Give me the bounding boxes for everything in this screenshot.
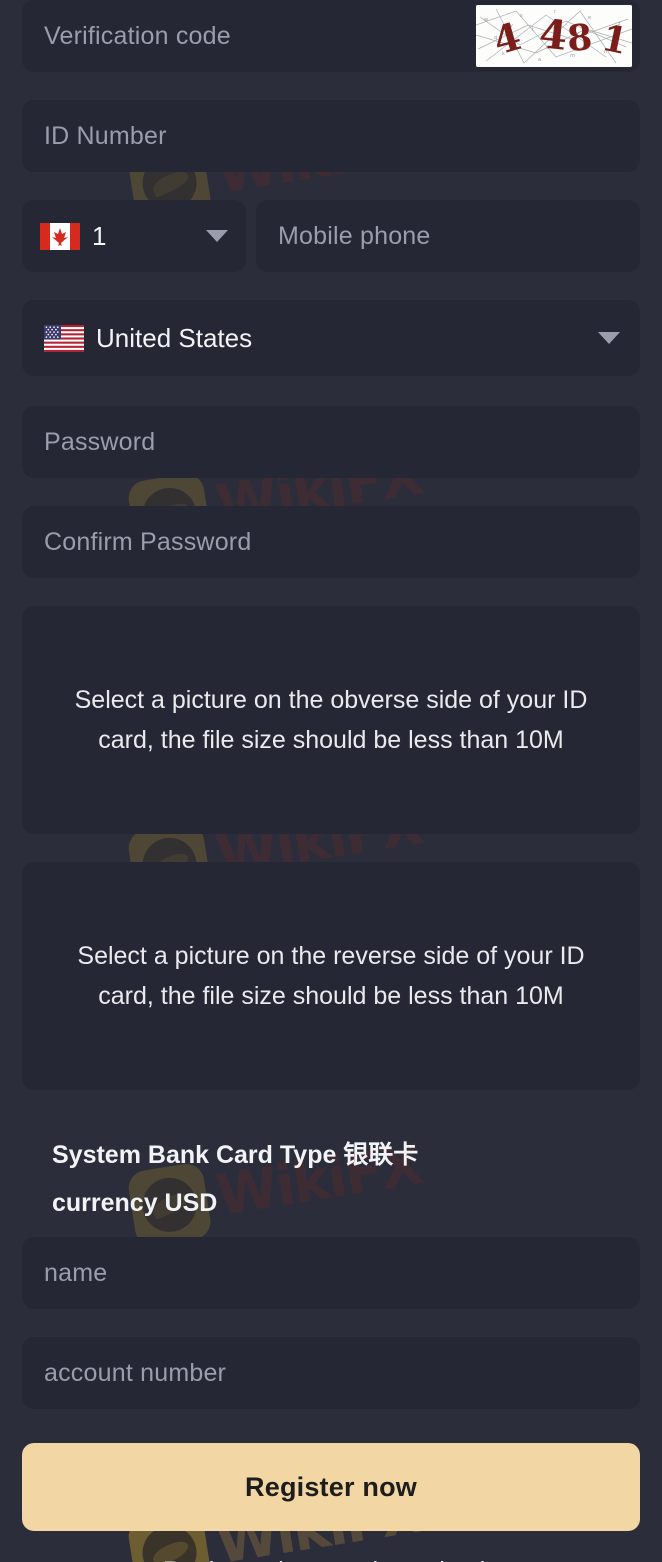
mobile-phone-field[interactable]: Mobile phone [256,200,640,272]
country-code-value: 1 [92,220,107,251]
bank-currency-label: currency USD [52,1188,218,1217]
account-name-field[interactable]: name [22,1237,640,1309]
chevron-down-icon[interactable] [598,332,620,344]
phone-row: 1 Mobile phone [22,200,640,272]
captcha-image[interactable]: wks arm enz qty bcv 4 4 8 1 [476,5,632,67]
id-number-field[interactable]: ID Number [22,100,640,172]
login-hint-link[interactable]: Registered users please log in [22,1557,640,1562]
register-now-button[interactable]: Register now [22,1443,640,1531]
country-select[interactable]: United States [22,300,640,376]
canada-flag-icon [40,222,80,250]
mobile-phone-placeholder: Mobile phone [278,221,431,250]
svg-text:a: a [538,57,541,63]
id-card-reverse-upload[interactable]: Select a picture on the reverse side of … [22,862,640,1090]
id-number-placeholder: ID Number [44,121,167,150]
svg-text:4: 4 [537,10,570,60]
registration-form: Verification code wks arm enz qty bc v 4… [0,0,662,1562]
confirm-password-placeholder: Confirm Password [44,527,252,556]
account-name-placeholder: name [44,1258,108,1287]
account-number-field[interactable]: account number [22,1337,640,1409]
verification-code-field[interactable]: Verification code wks arm enz qty bc v 4… [22,0,640,72]
svg-text:8: 8 [566,16,594,60]
bank-card-type-label: System Bank Card Type 银联卡 [52,1141,419,1169]
united-states-flag-icon [44,324,84,352]
id-card-reverse-upload-text: Select a picture on the reverse side of … [77,941,585,1011]
chevron-down-icon[interactable] [206,230,228,242]
country-code-select[interactable]: 1 [22,200,246,272]
bank-info-block: System Bank Card Type 银联卡 currency USD [22,1118,640,1237]
country-value: United States [96,322,253,353]
id-card-obverse-upload-text: Select a picture on the obverse side of … [74,685,588,755]
svg-text:s: s [520,13,523,19]
confirm-password-field[interactable]: Confirm Password [22,506,640,578]
id-card-obverse-upload[interactable]: Select a picture on the obverse side of … [22,606,640,834]
password-field[interactable]: Password [22,406,640,478]
svg-text:t: t [532,27,534,33]
account-number-placeholder: account number [44,1358,227,1387]
verification-code-placeholder: Verification code [44,21,231,50]
password-placeholder: Password [44,427,156,456]
